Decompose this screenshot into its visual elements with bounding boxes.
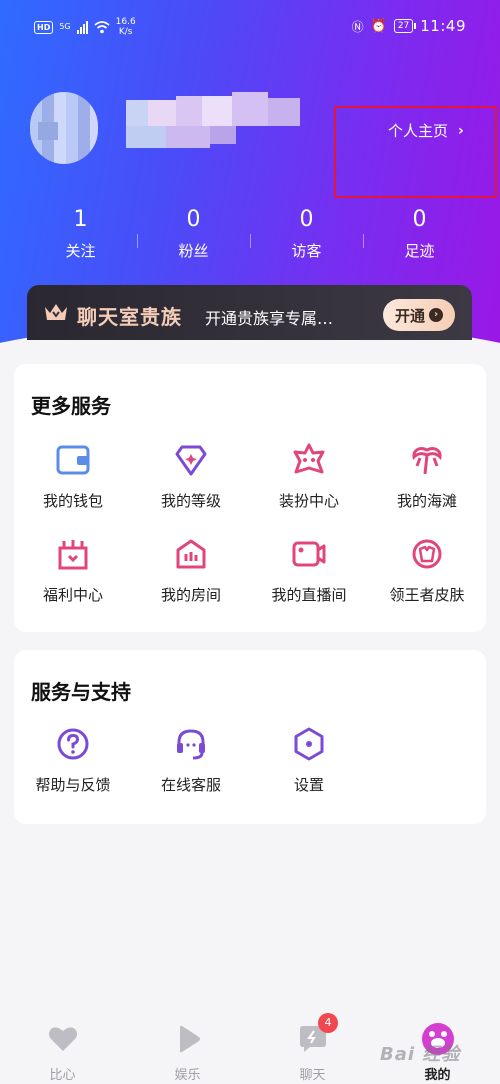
annotation-highlight-box <box>334 106 497 198</box>
stat-label: 足迹 <box>404 242 435 260</box>
stat-label: 访客 <box>291 242 322 260</box>
welfare-icon <box>55 536 91 572</box>
play-icon <box>179 1025 200 1053</box>
hd-indicator: HD <box>34 20 54 34</box>
username-blurred <box>126 92 301 158</box>
service-label: 我的房间 <box>160 586 221 604</box>
network-speed: 16.6 K/s <box>116 17 136 37</box>
heart-icon <box>48 1027 77 1051</box>
service-beach[interactable]: 我的海滩 <box>368 442 486 511</box>
network-type: 5G <box>59 22 71 31</box>
more-services-card: 更多服务 我的钱包 我的等级 装扮中心 我的海滩 福利中心 我的房间 我的直播间… <box>14 364 486 632</box>
service-label: 我的钱包 <box>42 492 103 510</box>
open-button-label: 开通 <box>394 306 425 325</box>
service-support-title: 服务与支持 <box>31 680 131 704</box>
net-speed-unit: K/s <box>118 27 133 37</box>
crown-icon <box>45 304 67 320</box>
service-skin[interactable]: 领王者皮肤 <box>368 536 486 605</box>
stat-footprints[interactable]: 0 足迹 <box>363 206 476 266</box>
battery-icon: 27 <box>393 19 417 33</box>
service-label: 领王者皮肤 <box>389 586 465 604</box>
service-label: 我的海滩 <box>396 492 457 510</box>
stat-value: 1 <box>73 207 88 232</box>
wifi-icon <box>94 21 110 34</box>
stats-row: 1 关注 0 粉丝 0 访客 0 足迹 <box>24 206 476 266</box>
stat-value: 0 <box>186 207 201 232</box>
status-right: Ⓝ ⏰ 27 11:49 <box>352 17 466 35</box>
service-live-room[interactable]: 我的直播间 <box>250 536 368 605</box>
chevron-right-icon: › <box>429 308 443 322</box>
stat-visitors[interactable]: 0 访客 <box>250 206 363 266</box>
stat-fans[interactable]: 0 粉丝 <box>137 206 250 266</box>
status-left: HD 5G 16.6 K/s <box>34 17 136 37</box>
avatar[interactable] <box>30 92 98 164</box>
settings-icon <box>291 726 327 762</box>
support-customer-service[interactable]: 在线客服 <box>132 726 250 795</box>
room-icon <box>173 536 209 572</box>
alarm-icon: ⏰ <box>370 18 387 34</box>
signal-icon <box>76 20 88 34</box>
noble-banner[interactable]: 聊天室贵族 开通贵族享专属… 开通 › <box>27 285 472 340</box>
status-time: 11:49 <box>420 17 466 35</box>
nav-label: 娱乐 <box>174 1068 201 1083</box>
service-dress-up[interactable]: 装扮中心 <box>250 442 368 511</box>
nav-bixin[interactable]: 比心 <box>0 1012 125 1084</box>
chat-unread-badge: 4 <box>318 1013 338 1033</box>
watermark: Bai 经验 <box>380 1044 461 1065</box>
support-label: 在线客服 <box>160 776 221 794</box>
support-settings[interactable]: 设置 <box>250 726 368 795</box>
stat-value: 0 <box>412 207 427 232</box>
level-icon <box>173 442 209 478</box>
dress-up-icon <box>291 442 327 478</box>
nfc-icon: Ⓝ <box>351 19 364 34</box>
nav-entertainment[interactable]: 娱乐 <box>125 1012 250 1084</box>
noble-title: 聊天室贵族 <box>77 305 182 329</box>
stat-value: 0 <box>299 207 314 232</box>
service-label: 我的直播间 <box>271 586 347 604</box>
service-wallet[interactable]: 我的钱包 <box>14 442 132 511</box>
skin-icon <box>409 536 445 572</box>
nav-label: 比心 <box>49 1068 76 1083</box>
support-help[interactable]: 帮助与反馈 <box>14 726 132 795</box>
noble-description: 开通贵族享专属… <box>205 309 334 328</box>
nav-label: 我的 <box>424 1068 451 1083</box>
service-level[interactable]: 我的等级 <box>132 442 250 511</box>
beach-icon <box>409 442 445 478</box>
open-noble-button[interactable]: 开通 › <box>383 299 455 331</box>
service-room[interactable]: 我的房间 <box>132 536 250 605</box>
more-services-title: 更多服务 <box>31 394 111 418</box>
nav-label: 聊天 <box>299 1068 326 1083</box>
stat-label: 关注 <box>65 242 96 260</box>
stat-label: 粉丝 <box>178 242 209 260</box>
live-room-icon <box>291 536 327 572</box>
service-label: 装扮中心 <box>278 492 339 510</box>
customer-service-icon <box>173 726 209 762</box>
stat-following[interactable]: 1 关注 <box>24 206 137 266</box>
nav-chat[interactable]: 聊天 <box>250 1012 375 1084</box>
net-speed-value: 16.6 <box>115 17 136 27</box>
wallet-icon <box>55 442 91 478</box>
service-label: 我的等级 <box>160 492 221 510</box>
support-label: 设置 <box>293 776 324 794</box>
service-welfare[interactable]: 福利中心 <box>14 536 132 605</box>
service-label: 福利中心 <box>42 586 103 604</box>
help-icon <box>55 726 91 762</box>
support-label: 帮助与反馈 <box>35 776 111 794</box>
service-support-card: 服务与支持 帮助与反馈 在线客服 设置 <box>14 650 486 824</box>
status-bar: HD 5G 16.6 K/s Ⓝ ⏰ 27 11:49 <box>0 0 500 56</box>
